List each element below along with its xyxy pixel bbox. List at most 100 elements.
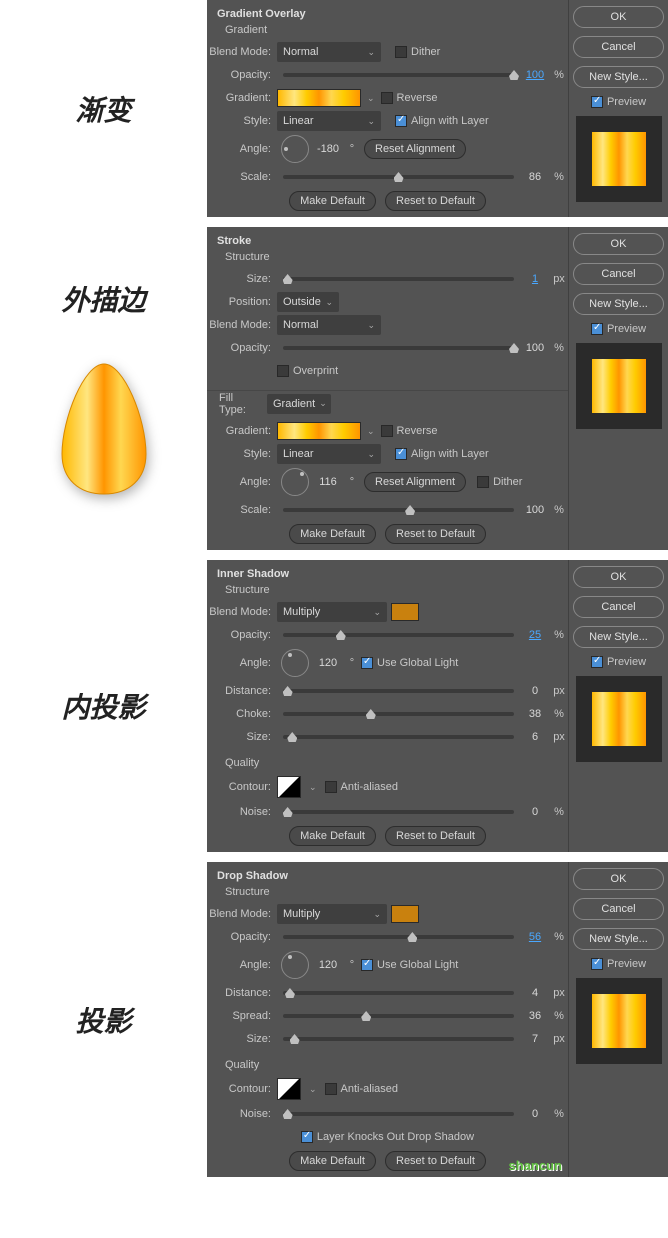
color-swatch[interactable]	[391, 603, 419, 621]
size-value[interactable]: 7	[520, 1033, 550, 1045]
style-select[interactable]: Linear⌄	[277, 111, 381, 131]
fill-type-select[interactable]: Gradient⌄	[267, 394, 331, 414]
cancel-button[interactable]: Cancel	[573, 898, 664, 920]
preview-checkbox[interactable]	[591, 323, 603, 335]
distance-slider[interactable]	[283, 991, 514, 995]
size-slider[interactable]	[283, 1037, 514, 1041]
reverse-checkbox[interactable]	[381, 92, 393, 104]
cancel-button[interactable]: Cancel	[573, 596, 664, 618]
scale-value[interactable]: 100	[520, 504, 550, 516]
make-default-button[interactable]: Make Default	[289, 1151, 376, 1171]
size-slider[interactable]	[283, 735, 514, 739]
reverse-checkbox[interactable]	[381, 425, 393, 437]
new-style-button[interactable]: New Style...	[573, 626, 664, 648]
angle-value[interactable]: -180	[313, 143, 343, 155]
chevron-down-icon[interactable]: ⌄	[309, 1084, 317, 1095]
size-value[interactable]: 1	[520, 273, 550, 285]
reset-alignment-button[interactable]: Reset Alignment	[364, 472, 466, 492]
angle-value[interactable]: 120	[313, 959, 343, 971]
global-light-checkbox[interactable]	[361, 657, 373, 669]
reset-default-button[interactable]: Reset to Default	[385, 524, 486, 544]
chevron-down-icon[interactable]: ⌄	[367, 93, 375, 104]
cancel-button[interactable]: Cancel	[573, 263, 664, 285]
make-default-button[interactable]: Make Default	[289, 524, 376, 544]
gradient-swatch[interactable]	[277, 422, 361, 440]
color-swatch[interactable]	[391, 905, 419, 923]
opacity-slider[interactable]	[283, 346, 514, 350]
scale-value[interactable]: 86	[520, 171, 550, 183]
noise-value[interactable]: 0	[520, 806, 550, 818]
distance-value[interactable]: 0	[520, 685, 550, 697]
blend-mode-select[interactable]: Normal⌄	[277, 315, 381, 335]
ok-button[interactable]: OK	[573, 868, 664, 890]
ok-button[interactable]: OK	[573, 233, 664, 255]
contour-swatch[interactable]	[277, 1078, 301, 1100]
align-layer-checkbox[interactable]	[395, 115, 407, 127]
chevron-down-icon[interactable]: ⌄	[309, 782, 317, 793]
unit-pct: %	[550, 504, 568, 516]
choke-value[interactable]: 38	[520, 708, 550, 720]
style-select[interactable]: Linear⌄	[277, 444, 381, 464]
opacity-value[interactable]: 56	[520, 931, 550, 943]
opacity-value[interactable]: 25	[520, 629, 550, 641]
blend-mode-select[interactable]: Normal⌄	[277, 42, 381, 62]
panel-title: Stroke	[207, 233, 568, 249]
spread-slider[interactable]	[283, 1014, 514, 1018]
make-default-button[interactable]: Make Default	[289, 826, 376, 846]
opacity-slider[interactable]	[283, 73, 514, 77]
section-label-inner-shadow: 内投影	[61, 686, 145, 726]
preview-checkbox[interactable]	[591, 96, 603, 108]
reset-default-button[interactable]: Reset to Default	[385, 826, 486, 846]
contour-swatch[interactable]	[277, 776, 301, 798]
opacity-slider[interactable]	[283, 935, 514, 939]
chevron-down-icon[interactable]: ⌄	[367, 426, 375, 437]
anti-aliased-checkbox[interactable]	[325, 1083, 337, 1095]
distance-value[interactable]: 4	[520, 987, 550, 999]
chevron-down-icon: ⌄	[319, 398, 327, 409]
dither-checkbox[interactable]	[395, 46, 407, 58]
ok-button[interactable]: OK	[573, 566, 664, 588]
cancel-button[interactable]: Cancel	[573, 36, 664, 58]
opacity-value[interactable]: 100	[520, 342, 550, 354]
align-layer-checkbox[interactable]	[395, 448, 407, 460]
preview-checkbox[interactable]	[591, 656, 603, 668]
scale-slider[interactable]	[283, 508, 514, 512]
blend-mode-select[interactable]: Multiply⌄	[277, 904, 387, 924]
new-style-button[interactable]: New Style...	[573, 293, 664, 315]
reset-default-button[interactable]: Reset to Default	[385, 1151, 486, 1171]
preview-box	[576, 343, 662, 429]
angle-value[interactable]: 120	[313, 657, 343, 669]
position-select[interactable]: Outside⌄	[277, 292, 339, 312]
overprint-checkbox[interactable]	[277, 365, 289, 377]
reset-alignment-button[interactable]: Reset Alignment	[364, 139, 466, 159]
new-style-button[interactable]: New Style...	[573, 66, 664, 88]
angle-dial[interactable]	[281, 468, 309, 496]
angle-dial[interactable]	[281, 135, 309, 163]
noise-slider[interactable]	[283, 810, 514, 814]
angle-dial[interactable]	[281, 649, 309, 677]
noise-value[interactable]: 0	[520, 1108, 550, 1120]
preview-checkbox[interactable]	[591, 958, 603, 970]
global-light-checkbox[interactable]	[361, 959, 373, 971]
new-style-button[interactable]: New Style...	[573, 928, 664, 950]
noise-label: Noise:	[207, 1108, 277, 1120]
ok-button[interactable]: OK	[573, 6, 664, 28]
spread-value[interactable]: 36	[520, 1010, 550, 1022]
anti-aliased-checkbox[interactable]	[325, 781, 337, 793]
size-value[interactable]: 6	[520, 731, 550, 743]
knock-out-checkbox[interactable]	[301, 1131, 313, 1143]
make-default-button[interactable]: Make Default	[289, 191, 376, 211]
gradient-swatch[interactable]	[277, 89, 361, 107]
opacity-value[interactable]: 100	[520, 69, 550, 81]
scale-slider[interactable]	[283, 175, 514, 179]
angle-value[interactable]: 116	[313, 476, 343, 488]
opacity-slider[interactable]	[283, 633, 514, 637]
dither-checkbox[interactable]	[477, 476, 489, 488]
distance-slider[interactable]	[283, 689, 514, 693]
noise-slider[interactable]	[283, 1112, 514, 1116]
size-slider[interactable]	[283, 277, 514, 281]
angle-dial[interactable]	[281, 951, 309, 979]
blend-mode-select[interactable]: Multiply⌄	[277, 602, 387, 622]
reset-default-button[interactable]: Reset to Default	[385, 191, 486, 211]
choke-slider[interactable]	[283, 712, 514, 716]
